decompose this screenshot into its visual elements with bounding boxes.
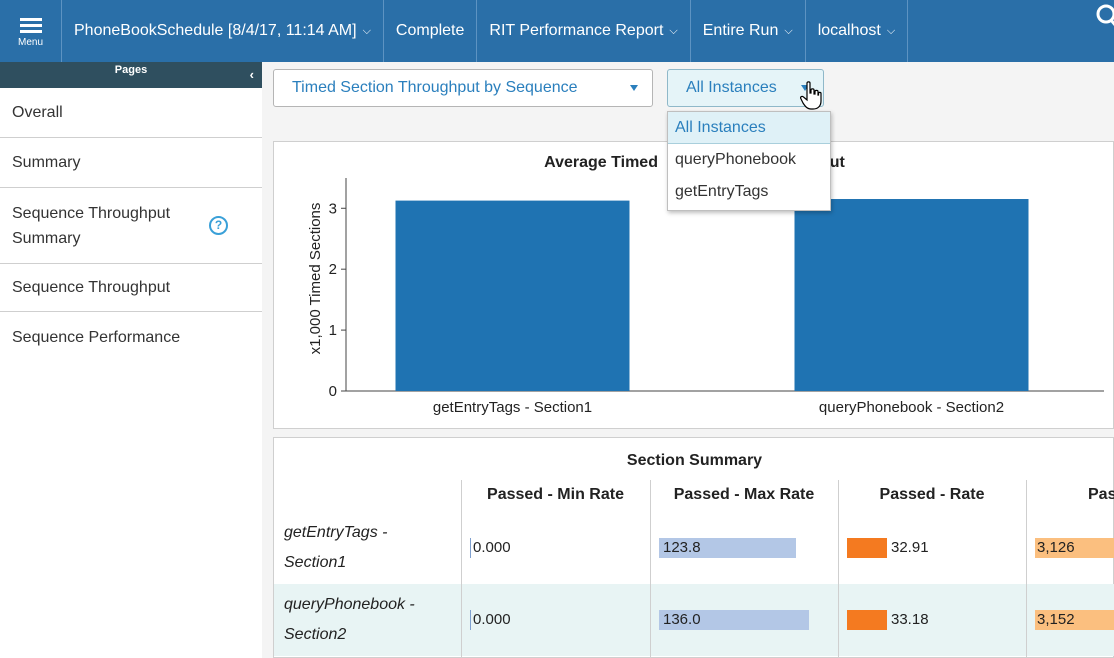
sidebar-item-label: Summary [12,153,81,171]
sidebar-item-label: Sequence Throughput Summary [12,204,171,247]
collapse-icon[interactable]: ‹ [250,67,254,82]
y-tick-label: 3 [329,200,337,217]
row-name-line2: Section1 [284,554,347,571]
rate-bar [847,610,887,630]
rate-bar [847,538,887,558]
column-header-rate[interactable]: Passed - Rate [838,486,1026,504]
host-label: localhost [817,22,881,39]
y-tick-label: 2 [329,261,337,278]
x-tick-label: queryPhonebook - Section2 [819,399,1004,416]
range-selector[interactable]: Entire Run ⌵ [691,0,806,62]
search-icon[interactable] [1090,0,1114,38]
instance-option-queryphonebook[interactable]: queryPhonebook [668,144,830,176]
sidebar-item-sequence-performance[interactable]: Sequence Performance [0,312,262,364]
menu-button[interactable]: Menu [0,0,62,62]
count-value: 3,126 [1037,539,1075,556]
row-name: queryPhonebook - Section2 [284,590,415,650]
rate-value: 33.18 [891,611,929,628]
top-toolbar: Menu PhoneBookSchedule [8/4/17, 11:14 AM… [0,0,1114,62]
chevron-down-icon: ⌵ [362,24,371,37]
hamburger-icon [19,15,42,36]
column-divider [461,480,462,658]
range-label: Entire Run [702,22,779,39]
column-divider [838,480,839,658]
column-header-min-rate[interactable]: Passed - Min Rate [461,486,650,504]
row-name-line1: getEntryTags - [284,524,388,541]
sidebar-item-label: Overall [12,103,63,121]
hand-cursor-icon [800,81,822,110]
column-header-passed-count[interactable]: Pas [1026,486,1114,504]
min-rate-value: 0.000 [473,539,511,556]
host-selector[interactable]: localhost ⌵ [806,0,909,62]
sidebar-item-sequence-throughput[interactable]: Sequence Throughput [0,264,262,312]
min-rate-bar [470,538,471,558]
sidebar-item-label: Sequence Performance [12,329,181,346]
chevron-down-icon: ⌵ [886,24,896,37]
instance-option-all[interactable]: All Instances [668,112,830,144]
rate-value: 32.91 [891,539,929,556]
table-title: Section Summary [626,452,763,469]
status-item: Complete [384,0,478,62]
sidebar-item-summary[interactable]: Summary [0,138,262,188]
instance-option-getentrytags[interactable]: getEntryTags [668,176,830,208]
row-name-line1: queryPhonebook - [284,596,415,613]
view-select[interactable]: Timed Section Throughput by Sequence [273,69,653,107]
column-header-max-rate[interactable]: Passed - Max Rate [650,486,838,504]
min-rate-value: 0.000 [473,611,511,628]
section-summary-panel: Section Summary getEntryTags - Section1 … [273,437,1114,658]
y-tick-label: 1 [329,322,337,339]
min-rate-bar [470,610,471,630]
menu-label: Menu [17,36,43,48]
instance-dropdown-menu: All Instances queryPhonebook getEntryTag… [667,111,831,211]
view-select-label: Timed Section Throughput by Sequence [292,79,578,96]
instance-select-label: All Instances [686,79,777,96]
sidebar-item-overall[interactable]: Overall [0,88,262,138]
column-divider [650,480,651,658]
report-label: RIT Performance Report [489,22,664,39]
table-row: getEntryTags - Section1 0.000 123.8 32.9… [274,512,1114,584]
schedule-label: PhoneBookSchedule [8/4/17, 11:14 AM] [74,22,357,39]
sidebar-item-sequence-throughput-summary[interactable]: Sequence Throughput Summary ? [0,188,262,264]
status-label: Complete [395,22,465,39]
count-value: 3,152 [1037,611,1075,628]
table-row: queryPhonebook - Section2 0.000 136.0 33… [274,584,1114,656]
y-tick-label: 0 [329,383,337,400]
row-name-line2: Section2 [284,626,347,643]
bar [794,199,1029,391]
x-tick-label: getEntryTags - Section1 [433,399,592,416]
report-selector[interactable]: RIT Performance Report ⌵ [477,0,691,62]
help-icon[interactable]: ? [209,216,228,235]
max-rate-value: 136.0 [663,611,701,628]
sidebar-title: Pages [114,64,148,76]
sidebar-header: Pages ‹ [0,62,262,88]
chevron-down-icon: ⌵ [784,24,793,37]
column-divider [1026,480,1027,658]
max-rate-value: 123.8 [663,539,701,556]
chevron-down-icon: ⌵ [669,24,678,37]
schedule-selector[interactable]: PhoneBookSchedule [8/4/17, 11:14 AM] ⌵ [62,0,384,62]
pages-sidebar: Pages ‹ Overall Summary Sequence Through… [0,62,262,658]
y-axis-label: x1,000 Timed Sections [307,203,324,355]
bar [395,200,630,391]
sidebar-item-label: Sequence Throughput [12,278,171,296]
row-name: getEntryTags - Section1 [284,518,387,578]
dropdown-arrow-icon [630,85,638,91]
